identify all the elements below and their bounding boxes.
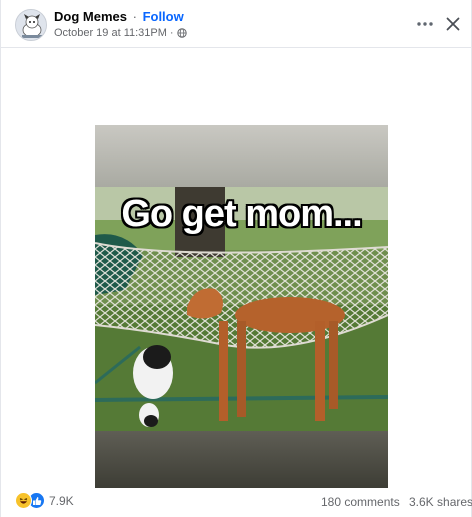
timestamp-separator: · bbox=[169, 27, 174, 39]
meme-caption: Go get mom... bbox=[121, 193, 362, 235]
more-options-button[interactable] bbox=[413, 12, 437, 36]
post-meta: October 19 at 11:31PM · bbox=[54, 27, 187, 39]
more-horizontal-icon bbox=[417, 22, 433, 26]
close-icon bbox=[446, 17, 460, 31]
post-header: Dog Memes · Follow October 19 at 11:31PM… bbox=[1, 0, 471, 48]
post-image[interactable]: Go get mom... bbox=[95, 125, 388, 488]
meme-photo bbox=[95, 125, 388, 488]
haha-reaction-icon bbox=[15, 492, 32, 509]
close-button[interactable] bbox=[441, 12, 465, 36]
follow-button[interactable]: Follow bbox=[143, 9, 184, 24]
post-author-line: Dog Memes · Follow bbox=[54, 9, 184, 24]
reaction-count: 7.9K bbox=[49, 493, 74, 508]
post-card: Dog Memes · Follow October 19 at 11:31PM… bbox=[0, 0, 472, 517]
name-separator: · bbox=[132, 9, 137, 24]
reactions-summary[interactable]: 7.9K bbox=[15, 492, 74, 509]
post-engagement-bar: 7.9K 180 comments 3.6K shares bbox=[1, 484, 472, 517]
comments-count-link[interactable]: 180 comments bbox=[321, 495, 400, 509]
dog-avatar-image bbox=[16, 10, 46, 40]
page-name-link[interactable]: Dog Memes bbox=[54, 9, 127, 24]
shares-count-link[interactable]: 3.6K shares bbox=[409, 495, 472, 509]
page-avatar[interactable] bbox=[15, 9, 47, 41]
globe-icon bbox=[176, 28, 187, 38]
post-timestamp[interactable]: October 19 at 11:31PM bbox=[54, 27, 167, 39]
